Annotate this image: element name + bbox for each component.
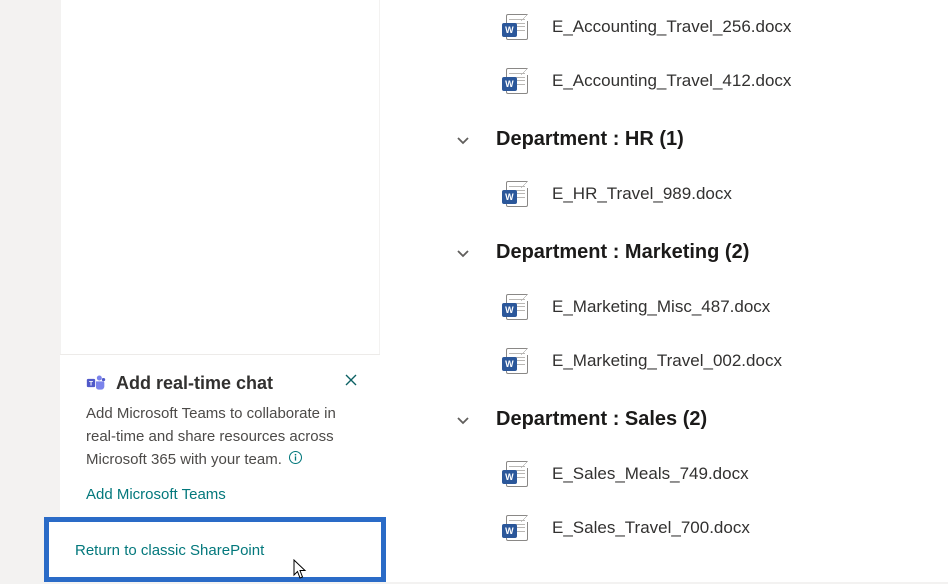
file-row[interactable]: W E_HR_Travel_989.docx: [450, 167, 948, 221]
file-name: E_Accounting_Travel_412.docx: [552, 71, 791, 91]
group-header[interactable]: Department : HR (1): [450, 108, 948, 167]
group-title: Department : Sales (2): [496, 408, 707, 431]
file-row[interactable]: W E_Marketing_Misc_487.docx: [450, 280, 948, 334]
group-header[interactable]: Department : Sales (2): [450, 388, 948, 447]
close-icon[interactable]: [340, 369, 362, 391]
svg-text:T: T: [89, 381, 93, 388]
chevron-down-icon[interactable]: [454, 244, 472, 262]
file-name: E_HR_Travel_989.docx: [552, 184, 732, 204]
word-doc-icon: W: [506, 181, 528, 207]
file-name: E_Sales_Meals_749.docx: [552, 464, 749, 484]
info-icon[interactable]: [288, 449, 303, 472]
sidebar-blank-area: [60, 0, 380, 354]
teams-icon: T: [86, 373, 106, 393]
file-name: E_Marketing_Misc_487.docx: [552, 297, 770, 317]
file-name: E_Sales_Travel_700.docx: [552, 518, 750, 538]
chevron-down-icon[interactable]: [454, 131, 472, 149]
chevron-down-icon[interactable]: [454, 411, 472, 429]
word-doc-icon: W: [506, 348, 528, 374]
left-panel: T Add real-time chat Add Microsoft Teams…: [0, 0, 380, 582]
file-row[interactable]: W E_Sales_Travel_700.docx: [450, 501, 948, 555]
word-doc-icon: W: [506, 68, 528, 94]
file-name: E_Accounting_Travel_256.docx: [552, 17, 791, 37]
file-row[interactable]: W E_Sales_Meals_749.docx: [450, 447, 948, 501]
cursor-icon: [291, 559, 307, 581]
promo-title: Add real-time chat: [116, 373, 273, 394]
file-row[interactable]: W E_Accounting_Travel_256.docx: [450, 0, 948, 54]
word-doc-icon: W: [506, 515, 528, 541]
file-name: E_Marketing_Travel_002.docx: [552, 351, 782, 371]
add-teams-link[interactable]: Add Microsoft Teams: [86, 486, 226, 503]
file-row[interactable]: W E_Accounting_Travel_412.docx: [450, 54, 948, 108]
group-title: Department : HR (1): [496, 128, 684, 151]
word-doc-icon: W: [506, 461, 528, 487]
word-doc-icon: W: [506, 294, 528, 320]
group-header[interactable]: Department : Marketing (2): [450, 221, 948, 280]
group-title: Department : Marketing (2): [496, 241, 749, 264]
teams-promo-card: T Add real-time chat Add Microsoft Teams…: [60, 354, 380, 517]
classic-sharepoint-highlight: Return to classic SharePoint: [44, 517, 386, 582]
file-row[interactable]: W E_Marketing_Travel_002.docx: [450, 334, 948, 388]
return-classic-link[interactable]: Return to classic SharePoint: [75, 542, 264, 559]
word-doc-icon: W: [506, 14, 528, 40]
promo-body-text: Add Microsoft Teams to collaborate in re…: [86, 402, 358, 472]
document-list: W E_Accounting_Travel_256.docx W E_Accou…: [380, 0, 948, 582]
